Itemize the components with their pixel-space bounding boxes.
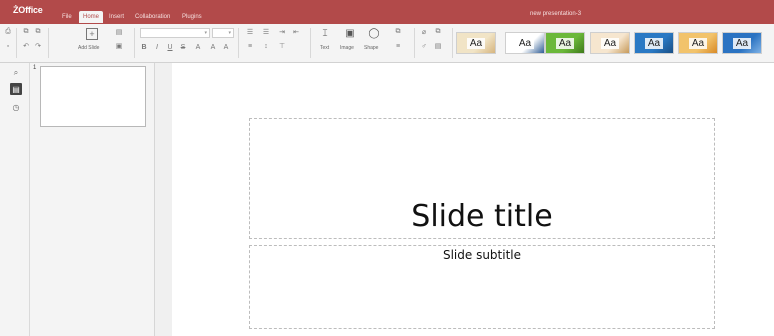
history-icon[interactable]: ◷ (10, 101, 22, 113)
theme-label: Aa (644, 37, 664, 49)
tab-plugins[interactable]: Plugins (178, 11, 206, 23)
add-slide-label[interactable]: Add Slide (78, 45, 99, 51)
slide-subtitle[interactable]: Slide subtitle (250, 248, 714, 262)
print-icon[interactable]: ⎙ (4, 28, 12, 36)
bold-icon[interactable]: B (140, 43, 148, 51)
slide-canvas[interactable]: Slide title Slide subtitle (172, 63, 774, 336)
theme-label: Aa (732, 37, 752, 49)
left-sidebar: ⌕ ▤ ◷ (0, 63, 30, 336)
copy-icon[interactable]: ⧉ (22, 28, 30, 36)
indent-icon[interactable]: ⇥ (278, 28, 286, 36)
theme-swatch[interactable]: Aa (634, 32, 674, 54)
change-layout-icon[interactable]: ▤ (115, 28, 123, 36)
copy-style-icon[interactable]: ⧉ (434, 28, 442, 36)
save-icon[interactable]: ▫ (4, 42, 12, 50)
align-icon[interactable]: ≡ (246, 42, 254, 50)
search-icon[interactable]: ⌕ (10, 67, 22, 79)
redo-icon[interactable]: ↷ (34, 42, 42, 50)
italic-icon[interactable]: I (153, 43, 161, 51)
tab-home[interactable]: Home (79, 11, 104, 23)
theme-label: Aa (600, 37, 620, 49)
reset-slide-icon[interactable]: ▣ (115, 42, 123, 50)
bullets-icon[interactable]: ☰ (246, 28, 254, 36)
document-title: new presentation-3 (530, 11, 582, 17)
arrange-icon[interactable]: ⧉ (394, 28, 402, 36)
vertical-align-icon[interactable]: ⊤ (278, 42, 286, 50)
slide-title[interactable]: Slide title (250, 199, 714, 234)
font-size-combo[interactable]: ▾ (212, 28, 234, 38)
theme-swatch[interactable]: Aa (545, 32, 585, 54)
strikethrough-icon[interactable]: S (179, 43, 187, 51)
slide-thumbnail[interactable] (40, 66, 146, 127)
slides-icon[interactable]: ▤ (10, 83, 22, 95)
font-name-combo[interactable]: ▾ (140, 28, 210, 38)
underline-icon[interactable]: U (166, 43, 174, 51)
app-logo: ŻOffice (13, 5, 43, 15)
add-slide-icon[interactable]: + (86, 28, 98, 40)
title-bar: ŻOffice File Home Insert Collaboration P… (0, 0, 774, 24)
chevron-down-icon: ▾ (228, 30, 231, 36)
undo-icon[interactable]: ↶ (22, 42, 30, 50)
tab-collaboration[interactable]: Collaboration (131, 11, 174, 23)
theme-label: Aa (515, 37, 535, 49)
numbering-icon[interactable]: ☰ (262, 28, 270, 36)
image-label[interactable]: Image (340, 45, 354, 51)
image-icon[interactable]: ▣ (345, 28, 355, 39)
tab-file[interactable]: File (58, 11, 76, 23)
font-color-icon[interactable]: A (194, 43, 202, 51)
font-size-down-icon[interactable]: A (222, 43, 230, 51)
editor-area: Slide title Slide subtitle (155, 63, 774, 336)
align-shapes-icon[interactable]: ≡ (394, 42, 402, 50)
text-label[interactable]: Text (320, 45, 329, 51)
theme-swatch[interactable]: Aa (505, 32, 545, 54)
format-painter-icon[interactable]: ♂ (420, 42, 428, 50)
line-spacing-icon[interactable]: ↕ (262, 42, 270, 50)
shape-label[interactable]: Shape (364, 45, 378, 51)
theme-swatch[interactable]: Aa (590, 32, 630, 54)
theme-label: Aa (688, 37, 708, 49)
title-placeholder[interactable]: Slide title (249, 118, 715, 239)
theme-label: Aa (466, 37, 486, 49)
thumbnails-panel: 1 (30, 63, 155, 336)
paste-icon[interactable]: ⧉ (34, 28, 42, 36)
tab-insert[interactable]: Insert (105, 11, 128, 23)
outdent-icon[interactable]: ⇤ (292, 28, 300, 36)
theme-swatch[interactable]: Aa (722, 32, 762, 54)
slide-number: 1 (33, 65, 37, 71)
theme-swatch[interactable]: Aa (456, 32, 496, 54)
font-size-up-icon[interactable]: A (209, 43, 217, 51)
text-box-icon[interactable]: 𝙸 (320, 28, 330, 39)
settings-icon[interactable]: ▤ (434, 42, 442, 50)
chevron-down-icon: ▾ (204, 30, 207, 36)
theme-label: Aa (555, 37, 575, 49)
theme-swatch[interactable]: Aa (678, 32, 718, 54)
clear-style-icon[interactable]: ⌀ (420, 28, 428, 36)
subtitle-placeholder[interactable]: Slide subtitle (249, 245, 715, 329)
shape-icon[interactable]: ◯ (368, 28, 379, 39)
